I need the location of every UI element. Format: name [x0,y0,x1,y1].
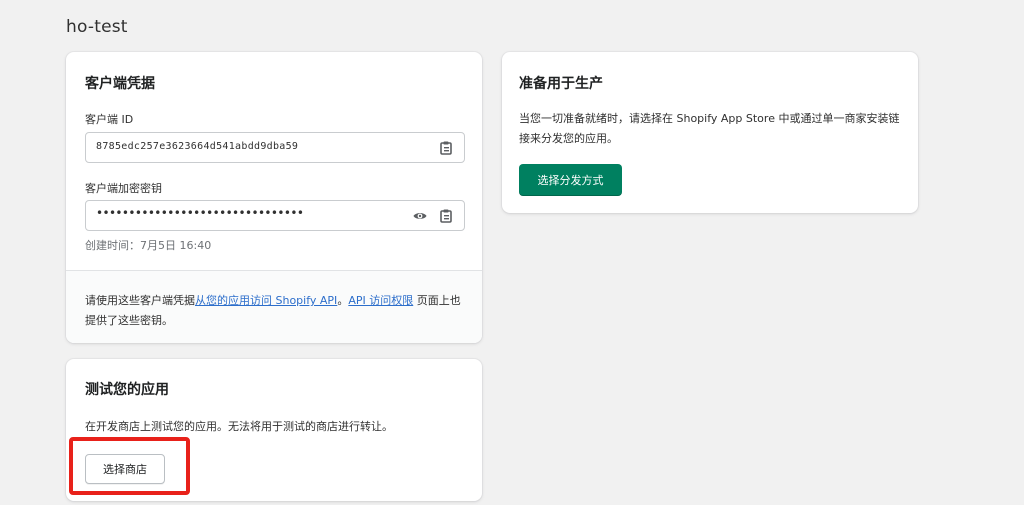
select-store-button[interactable]: 选择商店 [85,454,165,484]
production-card: 准备用于生产 当您一切准备就绪时，请选择在 Shopify App Store … [502,52,918,213]
created-timestamp: 创建时间：7月5日 16:40 [85,239,212,252]
client-credentials-card: 客户端凭据 客户端 ID 8785edc257e3623664d541abdd9… [66,52,482,343]
client-id-label: 客户端 ID [85,113,134,126]
clipboard-icon[interactable] [438,140,454,156]
client-credentials-title: 客户端凭据 [85,76,155,92]
eye-icon[interactable] [412,208,428,224]
credentials-notice: 请使用这些客户端凭据从您的应用访问 Shopify API。API 访问权限 页… [85,291,467,331]
production-title: 准备用于生产 [519,76,603,92]
api-access-permissions-link[interactable]: API 访问权限 [348,294,413,307]
notice-separator: 。 [337,294,349,307]
credentials-notice-section: 请使用这些客户端凭据从您的应用访问 Shopify API。API 访问权限 页… [66,270,482,343]
client-secret-field[interactable]: •••••••••••••••••••••••••••••••• [85,200,465,231]
notice-prefix: 请使用这些客户端凭据 [85,294,195,307]
test-app-card: 测试您的应用 在开发商店上测试您的应用。无法将用于测试的商店进行转让。 选择商店 [66,359,482,501]
shopify-api-access-link[interactable]: 从您的应用访问 Shopify API [195,294,337,307]
client-id-value: 8785edc257e3623664d541abdd9dba59 [96,141,299,152]
page-title: ho-test [66,17,128,37]
production-description: 当您一切准备就绪时，请选择在 Shopify App Store 中或通过单一商… [519,112,900,145]
clipboard-icon[interactable] [438,208,454,224]
select-distribution-button[interactable]: 选择分发方式 [519,164,622,196]
client-id-field[interactable]: 8785edc257e3623664d541abdd9dba59 [85,132,465,163]
test-app-title: 测试您的应用 [85,382,169,398]
client-secret-label: 客户端加密密钥 [85,182,162,195]
client-secret-masked: •••••••••••••••••••••••••••••••• [96,206,304,220]
test-app-description: 在开发商店上测试您的应用。无法将用于测试的商店进行转让。 [85,420,393,433]
